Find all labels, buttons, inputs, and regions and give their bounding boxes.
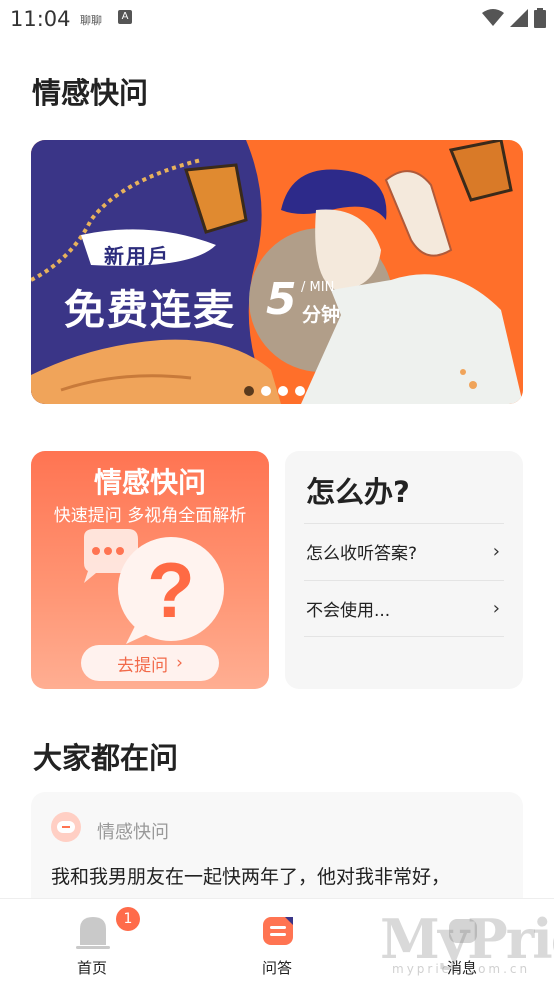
question-card[interactable]: 情感快问 我和我男朋友在一起快两年了，他对我非常好， [31,792,523,912]
quick-ask-subtitle: 快速提问 多视角全面解析 [53,506,247,526]
ask-button-label: 去提问 [117,655,169,676]
section-title-text: 大家都在问 [33,741,179,775]
promo-banner[interactable]: 新用戶 免费连麦 5 / MIN 分钟 [31,140,523,404]
help-item-usage[interactable]: 不会使用... › [304,580,504,636]
carousel-dot[interactable] [261,386,271,396]
help-title: 怎么办? [306,475,410,509]
carousel-dot[interactable] [295,386,305,396]
question-category: 情感快问 [97,822,169,843]
banner-illustration [31,140,523,404]
banner-badge: 新用戶 [104,244,170,268]
help-item-listen[interactable]: 怎么收听答案? › [304,523,504,579]
watermark-url: myprice.com.cn [392,962,531,976]
carousel-dot[interactable] [278,386,288,396]
status-bar: 11:04 聊聊 A [0,0,554,38]
status-icons [482,8,546,28]
status-time: 11:04 [10,7,71,31]
section-title: 大家都在问 [31,735,179,777]
home-icon [76,917,110,949]
banner-unit: 分钟 [302,304,341,326]
wifi-icon [482,9,504,26]
question-bubble-icon: ? [84,529,224,644]
signal-icon [510,9,528,27]
page-title: 情感快问 [32,76,149,110]
nav-label: 问答 [261,959,292,977]
quick-ask-card[interactable]: 情感快问 快速提问 多视角全面解析 ? 去提问 › [31,451,269,689]
banner-number: 5 [266,274,297,325]
app-indicator-icon: A [118,10,132,24]
quick-ask-title: 情感快问 [93,466,206,499]
help-item-label: 怎么收听答案? [306,544,418,564]
banner-min-label: / MIN [301,280,335,295]
nav-qa[interactable]: 问答 [217,899,337,984]
battery-icon [534,8,546,28]
divider [304,636,504,637]
qa-icon [263,917,293,945]
nav-label: 首页 [76,959,107,977]
question-text: 我和我男朋友在一起快两年了，他对我非常好， [51,866,451,888]
help-card: 怎么办? 怎么收听答案? › 不会使用... › [285,451,523,689]
notification-badge: 1 [116,907,140,931]
category-icon [51,812,81,842]
chevron-right-icon: › [492,541,500,562]
ask-question-button[interactable]: 去提问 › [81,645,219,681]
help-item-label: 不会使用... [306,601,391,621]
chevron-right-icon: › [176,653,183,673]
svg-text:?: ? [147,546,195,634]
notification-text: 聊聊 [80,14,102,27]
carousel-indicator[interactable] [244,386,305,396]
banner-headline: 免费连麦 [64,286,236,334]
chevron-right-icon: › [492,598,500,619]
carousel-dot[interactable] [244,386,254,396]
